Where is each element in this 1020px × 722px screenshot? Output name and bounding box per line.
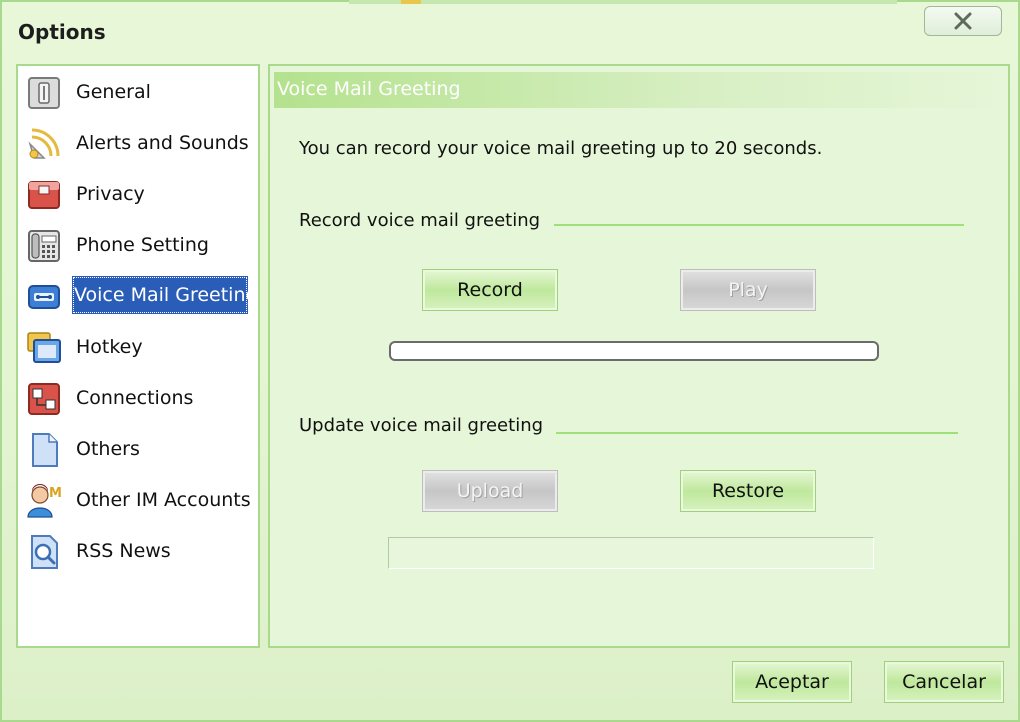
sidebar-item-alerts-and-sounds[interactable]: Alerts and Sounds <box>24 123 256 165</box>
sidebar-item-label: Hotkey <box>76 336 143 358</box>
panel-header: Voice Mail Greeting <box>274 72 1004 108</box>
voice-mail-panel: Voice Mail Greeting You can record your … <box>268 64 1010 648</box>
sidebar-item-label: Others <box>76 438 140 460</box>
sidebar-item-label: Other IM Accounts <box>76 489 251 511</box>
sidebar-item-general[interactable]: General <box>24 72 256 114</box>
window-title: Options <box>18 20 106 44</box>
panel-title: Voice Mail Greeting <box>277 78 461 100</box>
sidebar-item-label: Connections <box>76 387 194 409</box>
options-window: Options General Alerts and Sounds Privac… <box>0 0 1020 722</box>
background-window-edge <box>349 0 897 4</box>
greeting-file-field[interactable] <box>388 537 874 569</box>
recording-progress-bar <box>389 341 879 361</box>
cancel-button[interactable]: Cancelar <box>884 661 1004 703</box>
options-sidebar: General Alerts and Sounds Privacy Phone … <box>16 64 260 648</box>
close-button[interactable] <box>924 6 1002 36</box>
sidebar-item-label: Phone Setting <box>76 234 209 256</box>
hotkey-icon <box>27 332 61 363</box>
sidebar-item-privacy[interactable]: Privacy <box>24 174 256 216</box>
record-button[interactable]: Record <box>422 269 558 311</box>
sidebar-item-voice-mail-greeting[interactable]: Voice Mail Greeting <box>24 276 258 318</box>
svg-text:M: M <box>49 486 62 501</box>
record-section-divider <box>554 224 964 226</box>
sidebar-item-connections[interactable]: Connections <box>24 378 256 420</box>
connections-icon <box>28 383 60 415</box>
rss-news-icon <box>31 535 58 569</box>
panel-description: You can record your voice mail greeting … <box>299 138 823 159</box>
phone-icon <box>28 230 60 262</box>
sidebar-item-label: RSS News <box>76 540 171 562</box>
sidebar-item-other-im-accounts[interactable]: M Other IM Accounts <box>24 480 256 522</box>
document-icon <box>32 433 58 467</box>
sidebar-item-label: Privacy <box>76 183 145 205</box>
background-window-edge-highlight <box>401 0 421 4</box>
general-icon <box>28 77 60 109</box>
sidebar-item-others[interactable]: Others <box>24 429 256 471</box>
update-section-divider <box>556 432 958 434</box>
accept-button[interactable]: Aceptar <box>732 661 852 703</box>
sidebar-item-label: Voice Mail Greeting <box>72 276 258 314</box>
sidebar-item-rss-news[interactable]: RSS News <box>24 531 256 573</box>
play-button[interactable]: Play <box>680 269 816 311</box>
privacy-icon <box>28 181 60 209</box>
restore-button[interactable]: Restore <box>680 470 816 512</box>
im-accounts-icon: M <box>27 484 62 518</box>
update-section-label: Update voice mail greeting <box>299 415 544 436</box>
close-icon <box>954 12 972 30</box>
sidebar-item-label: Alerts and Sounds <box>76 132 249 154</box>
sidebar-item-label: General <box>76 81 151 103</box>
upload-button[interactable]: Upload <box>422 470 558 512</box>
voicemail-icon <box>28 285 60 309</box>
alerts-sounds-icon <box>28 128 60 159</box>
sidebar-item-hotkey[interactable]: Hotkey <box>24 327 256 369</box>
record-section-label: Record voice mail greeting <box>299 210 541 231</box>
sidebar-item-phone-setting[interactable]: Phone Setting <box>24 225 256 267</box>
